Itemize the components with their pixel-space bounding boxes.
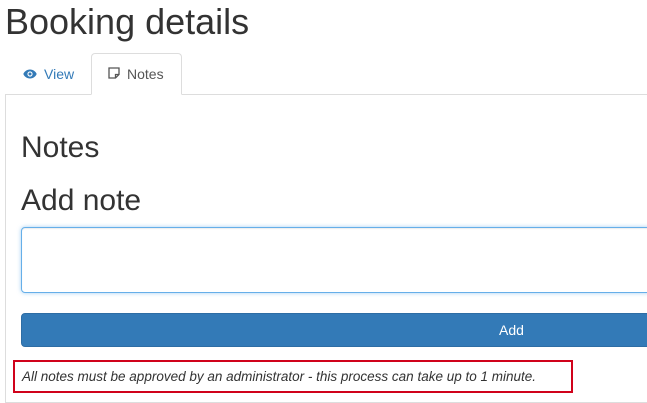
tab-notes[interactable]: Notes — [91, 53, 182, 95]
tab-view[interactable]: View — [5, 53, 91, 95]
notes-heading: Notes — [21, 131, 100, 164]
add-note-heading: Add note — [21, 184, 142, 217]
eye-icon — [23, 53, 37, 95]
add-button[interactable]: Add — [21, 313, 647, 347]
tab-view-label: View — [44, 66, 75, 82]
approval-message: All notes must be approved by an adminis… — [13, 360, 573, 393]
tab-notes-label: Notes — [127, 66, 164, 82]
note-input[interactable] — [21, 227, 647, 293]
note-icon — [108, 54, 120, 94]
page-title: Booking details — [5, 1, 250, 42]
